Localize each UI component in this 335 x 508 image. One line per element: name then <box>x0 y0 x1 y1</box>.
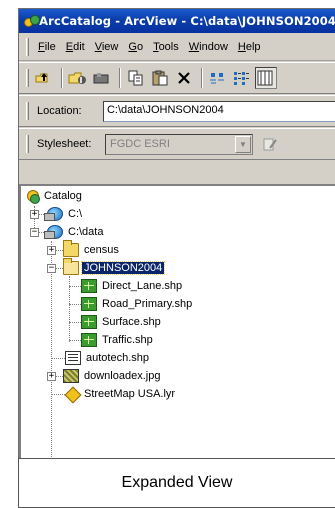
menu-grip[interactable] <box>26 37 29 56</box>
connect-folder-button[interactable] <box>67 67 89 89</box>
stylesheet-select[interactable]: FGDC ESRI ▼ <box>105 133 253 155</box>
panel-divider <box>19 161 335 183</box>
large-icons-icon <box>210 73 224 84</box>
table-icon <box>65 351 81 365</box>
delete-icon <box>178 72 190 84</box>
arccatalog-window: ArcCatalog - ArcView - C:\data\JOHNSON20… <box>18 8 335 458</box>
tree-line <box>51 394 65 395</box>
chevron-down-icon[interactable]: ▼ <box>235 135 251 153</box>
collapse-johnson-button[interactable]: − <box>47 264 56 273</box>
toolbar-separator <box>61 68 63 88</box>
folder-icon <box>63 240 79 257</box>
disconnect-folder-button[interactable] <box>91 67 113 89</box>
stylesheet-value: FGDC ESRI <box>110 138 170 150</box>
menu-window[interactable]: Window <box>184 39 233 55</box>
tree-item-drive-c[interactable]: C:\ <box>44 205 84 223</box>
tree-line <box>69 286 81 287</box>
standard-toolbar <box>19 62 335 94</box>
menu-file[interactable]: File <box>33 39 61 55</box>
menu-edit[interactable]: Edit <box>61 39 90 55</box>
stylesheet-label: Stylesheet: <box>37 138 92 150</box>
metadata-toolbar: Stylesheet: FGDC ESRI ▼ <box>19 128 335 160</box>
menu-view[interactable]: View <box>90 39 124 55</box>
copy-icon <box>128 70 143 86</box>
expand-drive-c-button[interactable]: + <box>30 210 39 219</box>
tree-item-johnson2004[interactable]: JOHNSON2004 <box>63 258 166 277</box>
paste-icon <box>152 70 168 86</box>
details-icon <box>257 70 273 86</box>
expand-census-button[interactable]: + <box>47 246 56 255</box>
details-button[interactable] <box>255 67 277 89</box>
tree-item-direct-lane[interactable]: Direct_Lane.shp <box>81 277 184 295</box>
collapse-data-button[interactable]: − <box>30 228 39 237</box>
window-title: ArcCatalog - ArcView - C:\data\JOHNSON20… <box>39 14 335 28</box>
tree-line <box>69 340 81 341</box>
arccatalog-app-icon <box>24 14 40 29</box>
up-one-level-icon <box>35 73 48 83</box>
catalog-icon <box>27 189 40 204</box>
large-icons-button[interactable] <box>207 67 229 89</box>
tree-item-streetmap[interactable]: StreetMap USA.lyr <box>65 385 177 403</box>
layer-file-icon <box>65 387 79 401</box>
open-folder-icon <box>63 258 79 275</box>
tree-item-autotech[interactable]: autotech.shp <box>65 349 151 367</box>
caption: Expanded View <box>18 458 335 508</box>
menu-bar: File Edit View Go Tools Window Help <box>19 33 335 61</box>
tree-line <box>51 358 65 359</box>
list-button[interactable] <box>231 67 253 89</box>
shapefile-icon <box>81 279 97 293</box>
tree-line <box>69 322 81 323</box>
location-toolbar: Location: C:\data\JOHNSON2004 <box>19 95 335 127</box>
catalog-tree: + − + − + Catalog C:\ C:\data census JOH… <box>19 184 335 458</box>
list-icon <box>234 72 249 85</box>
location-label: Location: <box>36 105 82 117</box>
shapefile-icon <box>81 315 97 329</box>
tree-item-data[interactable]: C:\data <box>44 223 105 241</box>
tree-item-traffic[interactable]: Traffic.shp <box>81 331 155 349</box>
tree-item-road-primary[interactable]: Road_Primary.shp <box>81 295 194 313</box>
toolbar-grip[interactable] <box>26 69 29 87</box>
raster-image-icon <box>63 369 79 383</box>
tree-line <box>69 304 81 305</box>
drive-connection-icon <box>44 207 63 221</box>
toolbar-separator <box>201 68 203 88</box>
toolbar-separator <box>119 68 121 88</box>
shapefile-icon <box>81 333 97 347</box>
stylesheet-grip[interactable] <box>26 135 29 153</box>
location-input[interactable]: C:\data\JOHNSON2004 <box>102 100 335 122</box>
tree-line <box>51 241 52 458</box>
shapefile-icon <box>81 297 97 311</box>
connect-folder-icon <box>68 72 86 84</box>
tree-item-downloadex[interactable]: downloadex.jpg <box>63 367 162 385</box>
title-bar[interactable]: ArcCatalog - ArcView - C:\data\JOHNSON20… <box>19 9 335 33</box>
disconnect-folder-icon <box>93 73 109 84</box>
delete-button[interactable] <box>173 67 195 89</box>
edit-metadata-icon <box>263 138 277 151</box>
copy-button[interactable] <box>125 67 147 89</box>
edit-metadata-button[interactable] <box>259 133 281 155</box>
menu-help[interactable]: Help <box>233 39 266 55</box>
menu-tools[interactable]: Tools <box>148 39 184 55</box>
up-one-level-button[interactable] <box>33 67 55 89</box>
tree-item-surface[interactable]: Surface.shp <box>81 313 163 331</box>
expand-downloadex-button[interactable]: + <box>47 372 56 381</box>
location-grip[interactable] <box>26 102 29 120</box>
menu-go[interactable]: Go <box>123 39 148 55</box>
tree-item-catalog[interactable]: Catalog <box>27 187 84 205</box>
folder-connection-icon <box>44 225 63 239</box>
paste-button[interactable] <box>149 67 171 89</box>
tree-item-census[interactable]: census <box>63 240 121 259</box>
